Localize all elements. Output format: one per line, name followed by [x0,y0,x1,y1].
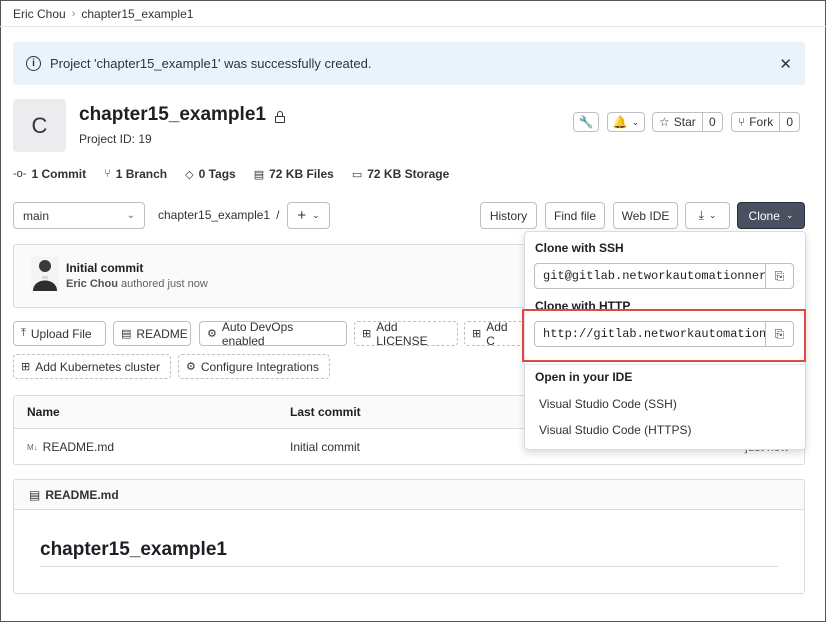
clone-ssh-field: git@gitlab.networkautomationner ⎘ [534,263,794,289]
wrench-icon: 🔧 [578,115,594,129]
chevron-down-icon: ⌄ [708,210,717,220]
column-name: Name [27,405,60,419]
project-avatar: C [13,99,66,152]
stat-files[interactable]: ▤ 72 KB Files [254,167,334,181]
column-last-commit: Last commit [290,405,361,419]
alert-message: Project 'chapter15_example1' was success… [50,56,372,71]
configure-integrations-button[interactable]: ⚙ Configure Integrations [178,354,330,379]
star-icon: ☆ [659,115,670,129]
plus-square-icon: ⊞ [472,328,482,340]
branch-name: main [23,208,50,223]
chevron-down-icon: ⌄ [126,210,135,221]
repo-path-root[interactable]: chapter15_example1 [158,208,270,222]
close-icon[interactable]: ✕ [779,55,792,73]
star-button[interactable]: ☆ Star 0 [652,112,723,132]
web-ide-button[interactable]: Web IDE [613,202,678,229]
branch-select[interactable]: main ⌄ [13,202,145,229]
file-row-readme[interactable]: M↓ README.md [27,440,114,454]
path-separator: / [276,208,280,222]
highlight-box [522,309,806,362]
fork-label: Fork [749,115,774,129]
notifications-button[interactable]: 🔔 ⌄ [607,112,645,132]
stat-commits[interactable]: -o- 1 Commit [13,167,86,181]
chevron-right-icon: › [71,8,76,20]
readme-button[interactable]: ▤ README [113,321,191,346]
readme-heading: chapter15_example1 [40,539,227,560]
download-button[interactable]: ⤓ ⌄ [685,202,730,229]
dropdown-divider [525,364,805,365]
file-icon: ▤ [253,168,265,181]
info-icon: i [26,56,41,71]
add-changelog-button[interactable]: ⊞ Add C [464,320,526,348]
clone-label: Clone [748,208,780,223]
fork-icon: ⑂ [738,115,746,129]
find-file-button[interactable]: Find file [545,202,605,229]
open-vscode-https[interactable]: Visual Studio Code (HTTPS) [539,423,692,437]
tag-icon: ◇ [185,168,194,181]
upload-file-button[interactable]: ⤒ Upload File [13,321,106,346]
lock-icon [274,111,285,123]
plus-icon: + [297,207,307,224]
file-commit-message[interactable]: Initial commit [290,440,360,454]
file-icon: ▤ [121,328,132,340]
project-title: chapter15_example1 [79,104,285,126]
project-id: Project ID: 19 [79,132,152,146]
file-name[interactable]: README.md [43,440,114,454]
storage-icon: ▭ [351,168,363,181]
add-kubernetes-button[interactable]: ⊞ Add Kubernetes cluster [13,354,171,379]
star-count[interactable]: 0 [703,113,722,131]
add-dropdown-button[interactable]: + ⌄ [287,202,330,229]
commit-author[interactable]: Eric Chou [66,278,118,290]
settings-icon: ⚙ [186,361,196,373]
success-alert: i Project 'chapter15_example1' was succe… [13,42,805,85]
breadcrumb-user[interactable]: Eric Chou [13,7,66,21]
star-label: Star [673,115,696,129]
download-icon: ⤓ [698,208,704,222]
author-avatar [31,257,59,291]
project-name: chapter15_example1 [79,104,266,125]
project-stats: -o- 1 Commit ⑂ 1 Branch ◇ 0 Tags ▤ 72 KB Fil… [13,167,449,181]
open-in-ide-label: Open in your IDE [535,370,633,384]
commit-title[interactable]: Initial commit [66,261,143,275]
clone-button[interactable]: Clone ⌄ [737,202,805,229]
branch-icon: ⑂ [104,168,111,180]
settings-button[interactable]: 🔧 [573,112,599,132]
commit-time: authored just now [121,278,208,290]
commit-meta: Eric Chou authored just now [66,278,208,290]
upload-icon: ⤒ [21,327,26,339]
stat-tags[interactable]: ◇ 0 Tags [185,167,236,181]
clone-ssh-input[interactable]: git@gitlab.networkautomationner [535,264,765,288]
fork-button[interactable]: ⑂ Fork 0 [731,112,801,132]
plus-square-icon: ⊞ [21,361,31,373]
readme-filename[interactable]: README.md [45,488,118,502]
divider [0,26,826,27]
open-vscode-ssh[interactable]: Visual Studio Code (SSH) [539,397,677,411]
stat-branches[interactable]: ⑂ 1 Branch [104,167,167,181]
auto-devops-button[interactable]: ⚙ Auto DevOps enabled [199,320,347,348]
plus-square-icon: ⊞ [362,328,372,340]
commit-icon: -o- [13,168,27,180]
readme-divider [40,566,778,567]
chevron-down-icon: ⌄ [312,210,320,220]
readme-header: ▤ README.md [14,480,804,510]
breadcrumb: Eric Chou › chapter15_example1 [13,7,193,21]
stat-storage[interactable]: ▭ 72 KB Storage [352,167,449,181]
markdown-icon: M↓ [27,442,38,452]
fork-count[interactable]: 0 [780,113,799,131]
file-icon: ▤ [29,487,41,502]
clone-ssh-label: Clone with SSH [535,241,624,255]
add-license-button[interactable]: ⊞ Add LICENSE [354,320,458,348]
bell-icon: 🔔 [612,115,628,129]
history-button[interactable]: History [480,202,537,229]
breadcrumb-project[interactable]: chapter15_example1 [81,7,193,21]
chevron-down-icon: ⌄ [631,116,640,127]
chevron-down-icon: ⌄ [785,210,794,220]
copy-icon[interactable]: ⎘ [765,264,793,288]
settings-icon: ⚙ [207,328,217,340]
repo-path: chapter15_example1 / [158,208,279,222]
